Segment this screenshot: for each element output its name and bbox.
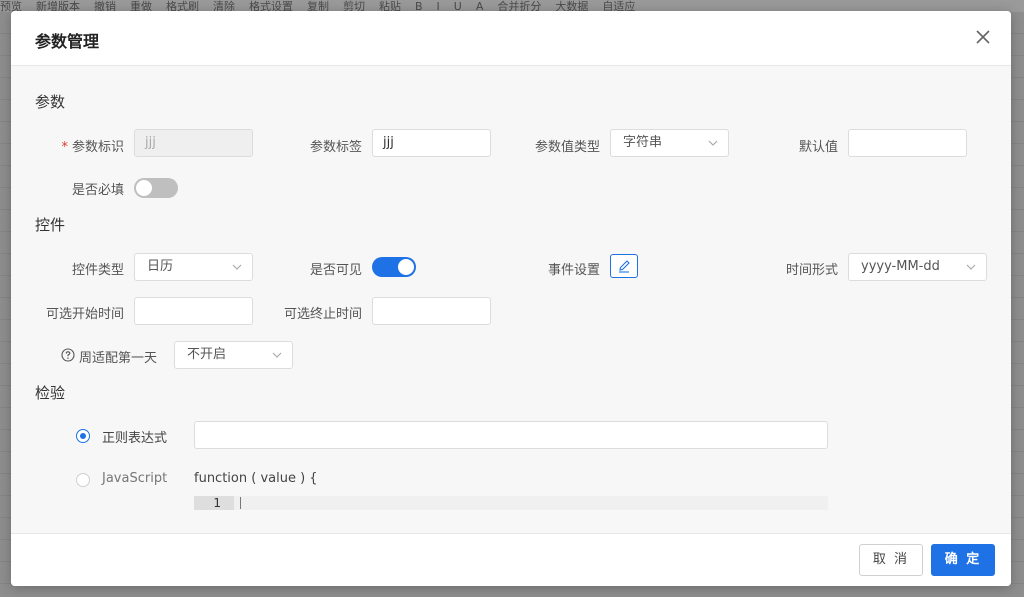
text-cursor	[240, 497, 241, 509]
chevron-down-icon	[966, 264, 976, 270]
param-type-label: 参数值类型	[534, 140, 600, 155]
confirm-button[interactable]: 确 定	[931, 544, 995, 576]
event-settings-label: 事件设置	[547, 263, 600, 278]
cancel-button[interactable]: 取 消	[859, 544, 923, 576]
week-first-day-value: 不开启	[187, 347, 227, 362]
visible-label: 是否可见	[309, 263, 362, 278]
required-label: 是否必填	[71, 183, 124, 198]
javascript-radio[interactable]	[76, 473, 90, 487]
time-format-value: yyyy-MM-dd	[861, 259, 940, 274]
regex-label: 正则表达式	[102, 431, 168, 446]
param-id-input[interactable]: jjj	[134, 129, 253, 157]
parameter-management-dialog: 参数管理 参数 * 参数标识 jjj 参数标签 jjj 参数值类型 字符串 默认值…	[11, 11, 1011, 586]
control-type-value: 日历	[147, 259, 174, 274]
regex-input[interactable]	[194, 421, 828, 449]
param-id-label: * 参数标识	[61, 140, 124, 155]
line-number: 1	[194, 496, 234, 510]
default-value-label: 默认值	[798, 140, 838, 155]
chevron-down-icon	[708, 140, 718, 146]
close-icon	[976, 30, 990, 44]
edit-icon	[619, 260, 630, 273]
event-settings-button[interactable]	[610, 254, 638, 278]
required-asterisk: *	[61, 140, 68, 155]
javascript-code-editor[interactable]: 1	[194, 496, 828, 510]
dialog-title: 参数管理	[35, 32, 100, 51]
param-type-value: 字符串	[623, 135, 663, 150]
param-tag-label: 参数标签	[309, 140, 362, 155]
section-title-params: 参数	[35, 93, 66, 111]
required-switch[interactable]	[134, 178, 178, 198]
javascript-label: JavaScript	[102, 471, 168, 486]
start-time-label: 可选开始时间	[45, 307, 124, 322]
end-time-input[interactable]	[372, 297, 491, 325]
param-tag-input[interactable]: jjj	[372, 129, 491, 157]
default-value-input[interactable]	[848, 129, 967, 157]
section-title-control: 控件	[35, 216, 66, 234]
dialog-header: 参数管理	[11, 11, 1011, 66]
control-type-select[interactable]: 日历	[134, 253, 253, 281]
section-title-validation: 检验	[35, 384, 66, 402]
close-button[interactable]	[973, 27, 993, 47]
param-type-select[interactable]: 字符串	[610, 129, 729, 157]
control-type-label: 控件类型	[71, 263, 124, 278]
time-format-label: 时间形式	[785, 263, 838, 278]
end-time-label: 可选终止时间	[283, 307, 362, 322]
question-circle-icon[interactable]	[61, 348, 75, 362]
code-function-header: function ( value ) {	[194, 471, 318, 486]
week-first-day-select[interactable]: 不开启	[174, 341, 293, 369]
visible-switch[interactable]	[372, 257, 416, 277]
switch-knob	[136, 180, 152, 196]
week-first-day-label: 周适配第一天	[79, 351, 158, 366]
switch-knob	[398, 259, 414, 275]
chevron-down-icon	[232, 264, 242, 270]
start-time-input[interactable]	[134, 297, 253, 325]
dialog-footer: 取 消 确 定	[11, 533, 1011, 586]
time-format-select[interactable]: yyyy-MM-dd	[848, 253, 987, 281]
chevron-down-icon	[272, 352, 282, 358]
regex-radio[interactable]	[76, 429, 90, 443]
